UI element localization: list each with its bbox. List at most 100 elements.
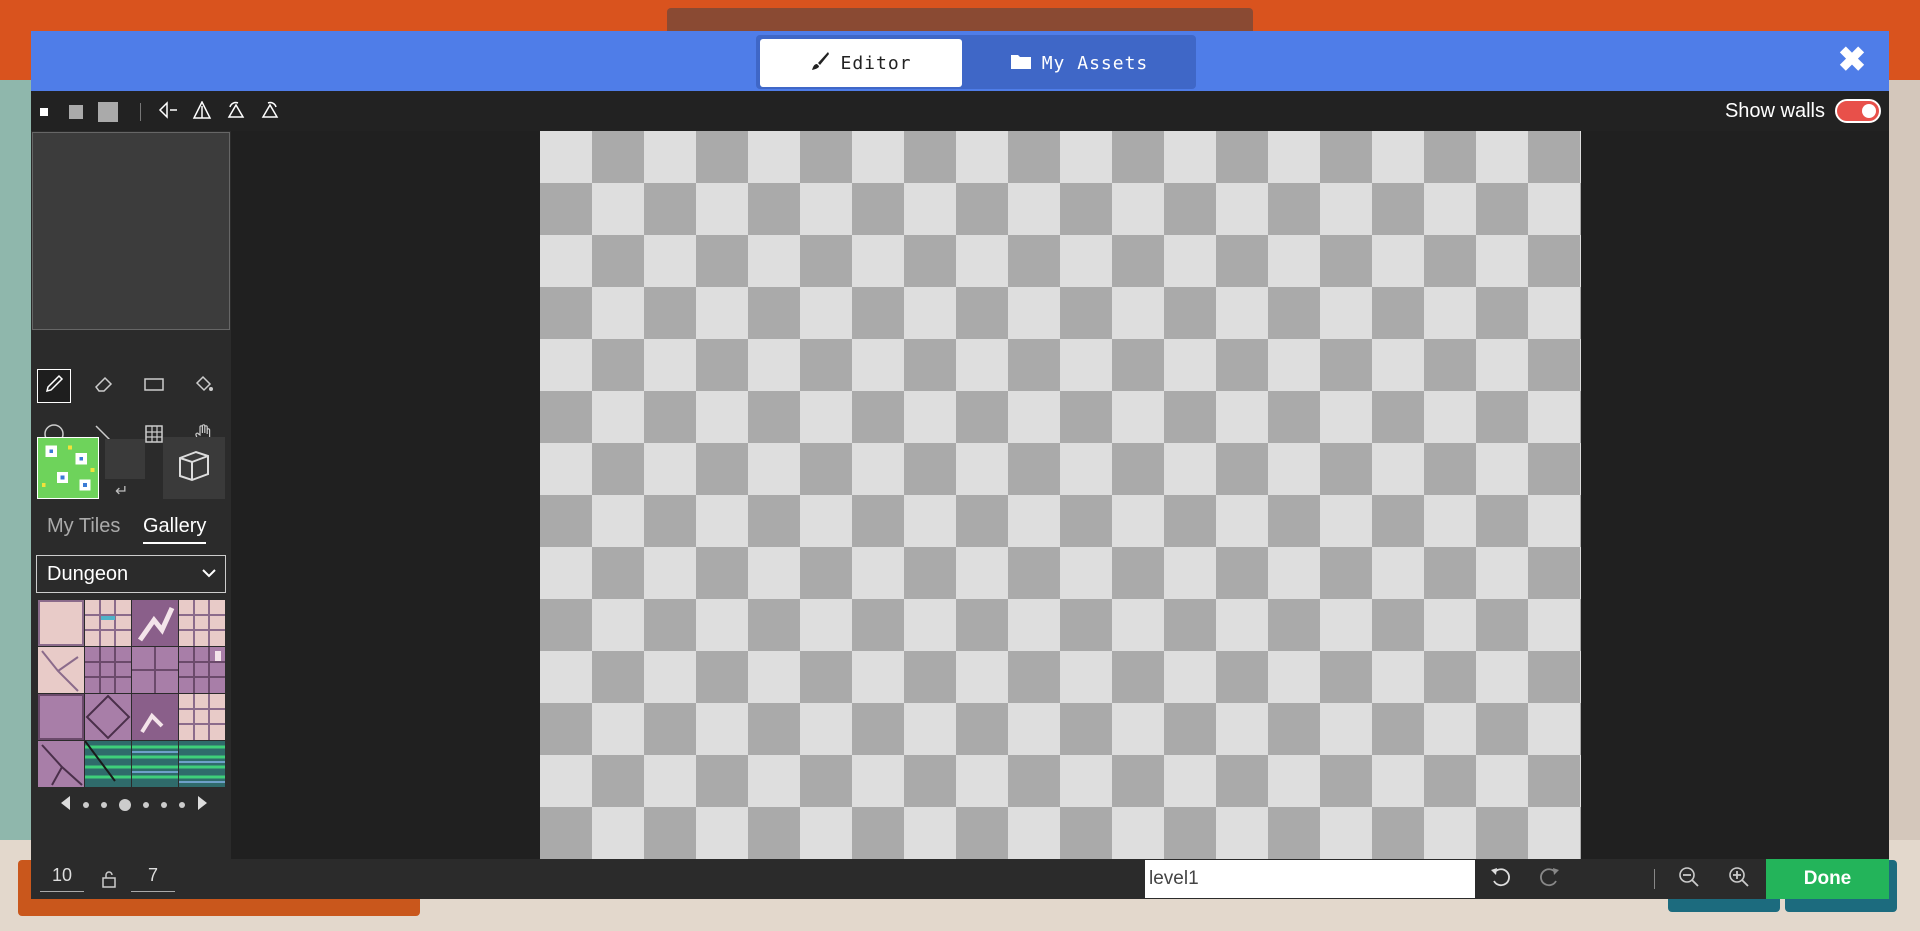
pencil-icon bbox=[43, 373, 65, 400]
tab-my-assets-label: My Assets bbox=[1041, 52, 1149, 74]
tab-editor[interactable]: Editor bbox=[760, 39, 962, 87]
pencil-tool-button[interactable] bbox=[37, 369, 71, 403]
gallery-tile[interactable] bbox=[85, 741, 131, 787]
page-dot[interactable] bbox=[143, 802, 149, 808]
wall-tile-button[interactable] bbox=[163, 437, 225, 499]
primary-tile-swatch[interactable] bbox=[37, 437, 99, 499]
gallery-tile[interactable] bbox=[179, 600, 225, 646]
grid-icon bbox=[144, 424, 164, 449]
tile-pattern bbox=[85, 694, 131, 740]
gallery-category-select[interactable]: Dungeon bbox=[36, 555, 226, 593]
brush-size-large-icon bbox=[98, 102, 118, 122]
brush-size-medium-button[interactable] bbox=[65, 101, 87, 123]
tile-pattern bbox=[137, 606, 175, 642]
tile-pattern bbox=[140, 712, 164, 734]
zoom-out-button[interactable] bbox=[1677, 866, 1701, 891]
tab-editor-label: Editor bbox=[840, 52, 912, 74]
fill-tool-button[interactable] bbox=[187, 369, 221, 403]
tab-my-tiles[interactable]: My Tiles bbox=[47, 515, 120, 542]
gallery-tile[interactable] bbox=[132, 600, 178, 646]
tile-pattern bbox=[41, 744, 83, 786]
close-button[interactable]: ✖ bbox=[1833, 41, 1871, 79]
flip-vertical-button[interactable] bbox=[191, 99, 213, 124]
flip-horizontal-icon bbox=[158, 100, 178, 124]
toggle-knob bbox=[1862, 104, 1876, 118]
rotate-left-button[interactable] bbox=[225, 101, 247, 123]
gallery-tile[interactable] bbox=[38, 741, 84, 787]
gallery-tile[interactable] bbox=[85, 694, 131, 740]
page-dot[interactable] bbox=[101, 802, 107, 808]
flower-tile-thumbnail bbox=[38, 438, 98, 498]
gallery-tile[interactable] bbox=[132, 741, 178, 787]
chevron-down-icon bbox=[201, 556, 217, 604]
gallery-tile[interactable] bbox=[85, 600, 131, 646]
tile-editor-modal: Editor My Assets ✖ Show walls ↵ My Tiles… bbox=[31, 31, 1889, 899]
chevron-left-icon[interactable] bbox=[59, 795, 71, 816]
page-dot-active[interactable] bbox=[119, 799, 131, 811]
rectangle-tool-button[interactable] bbox=[137, 369, 171, 403]
eraser-tool-button[interactable] bbox=[87, 369, 121, 403]
drawing-canvas-area bbox=[231, 131, 1889, 859]
brush-size-small-button[interactable] bbox=[33, 101, 55, 123]
gallery-tile[interactable] bbox=[38, 600, 84, 646]
show-walls-toggle[interactable] bbox=[1835, 99, 1881, 123]
gallery-tile[interactable] bbox=[38, 694, 84, 740]
undo-icon bbox=[1489, 866, 1511, 893]
editor-bottom-bar: 10 7 Done bbox=[31, 859, 1889, 899]
gallery-tile[interactable] bbox=[179, 741, 225, 787]
tile-pattern bbox=[85, 600, 131, 646]
gallery-tile[interactable] bbox=[179, 694, 225, 740]
page-dot[interactable] bbox=[161, 802, 167, 808]
level-name-input[interactable] bbox=[1145, 860, 1475, 898]
tab-my-assets[interactable]: My Assets bbox=[966, 39, 1192, 87]
close-icon: ✖ bbox=[1837, 41, 1867, 79]
tile-source-tabs: My Tiles Gallery bbox=[37, 515, 225, 549]
tile-pattern bbox=[41, 650, 79, 692]
secondary-tile-swatch[interactable] bbox=[105, 439, 145, 479]
swap-tiles-icon[interactable]: ↵ bbox=[115, 481, 128, 501]
page-dot[interactable] bbox=[83, 802, 89, 808]
tab-gallery[interactable]: Gallery bbox=[143, 515, 207, 544]
chevron-right-icon[interactable] bbox=[197, 795, 209, 816]
done-button[interactable]: Done bbox=[1766, 859, 1889, 899]
paint-bucket-icon bbox=[193, 373, 215, 400]
gallery-pager bbox=[59, 795, 209, 815]
cube-icon bbox=[174, 446, 214, 491]
editor-toolbar: Show walls bbox=[31, 91, 1889, 131]
gallery-tile[interactable] bbox=[38, 647, 84, 693]
tile-pattern bbox=[85, 647, 131, 693]
lock-aspect-icon[interactable] bbox=[101, 869, 117, 894]
tile-gallery-grid bbox=[38, 600, 226, 787]
drawing-canvas[interactable] bbox=[540, 131, 1581, 859]
rotate-right-icon bbox=[260, 101, 280, 124]
gallery-tile[interactable] bbox=[132, 647, 178, 693]
page-dot[interactable] bbox=[179, 802, 185, 808]
brush-size-small-icon bbox=[40, 108, 48, 116]
bottom-bar-divider bbox=[1654, 869, 1655, 889]
gallery-tile[interactable] bbox=[179, 647, 225, 693]
undo-button[interactable] bbox=[1488, 867, 1512, 891]
rectangle-icon bbox=[143, 373, 165, 400]
zoom-in-icon bbox=[1728, 866, 1750, 893]
tile-pattern bbox=[132, 745, 178, 779]
tile-pattern bbox=[179, 647, 225, 693]
background-app-left bbox=[0, 80, 32, 931]
flip-horizontal-button[interactable] bbox=[157, 100, 179, 124]
rotate-right-button[interactable] bbox=[259, 101, 281, 123]
gallery-tile[interactable] bbox=[132, 694, 178, 740]
canvas-width-input[interactable]: 10 bbox=[40, 865, 84, 892]
tile-pattern bbox=[85, 741, 131, 782]
show-walls-label: Show walls bbox=[1724, 99, 1825, 122]
redo-icon bbox=[1539, 866, 1561, 893]
zoom-in-button[interactable] bbox=[1727, 866, 1751, 893]
redo-button[interactable] bbox=[1538, 867, 1562, 891]
editor-tabs: Editor My Assets bbox=[756, 35, 1196, 89]
gallery-tile[interactable] bbox=[85, 647, 131, 693]
eraser-icon bbox=[93, 373, 115, 400]
canvas-height-input[interactable]: 7 bbox=[131, 865, 175, 892]
folder-icon bbox=[1010, 52, 1032, 75]
tile-preview bbox=[32, 132, 230, 330]
tile-pattern bbox=[179, 745, 225, 783]
brush-size-large-button[interactable] bbox=[97, 101, 119, 123]
flip-vertical-icon bbox=[192, 99, 212, 124]
